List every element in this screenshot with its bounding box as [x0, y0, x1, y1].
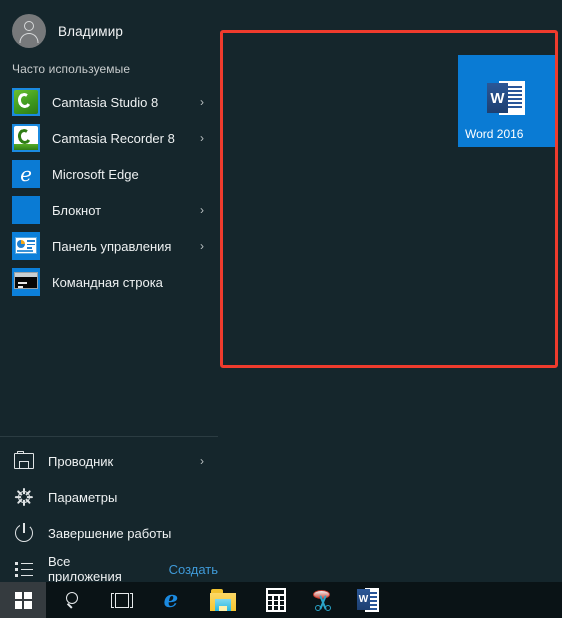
bottom-item-file-explorer[interactable]: Проводник ›	[0, 443, 218, 479]
file-explorer-icon	[14, 450, 34, 471]
app-item-camtasia-recorder[interactable]: Camtasia Recorder 8 ›	[0, 120, 218, 156]
snipping-tool-icon	[311, 589, 335, 611]
edge-icon: e	[12, 160, 40, 188]
bottom-item-label: Параметры	[48, 489, 118, 505]
app-item-label: Панель управления	[52, 238, 172, 254]
chevron-right-icon[interactable]: ›	[200, 203, 204, 217]
camtasia-studio-icon	[12, 88, 40, 116]
taskbar-calculator-button[interactable]	[253, 582, 299, 618]
create-link[interactable]: Создать	[169, 562, 218, 577]
taskbar-task-view-button[interactable]	[99, 582, 145, 618]
gear-icon	[14, 487, 34, 507]
start-menu-panel: Владимир Часто используемые Camtasia Stu…	[0, 0, 562, 584]
chevron-right-icon[interactable]: ›	[200, 239, 204, 253]
start-menu-tiles-pane: W Word 2016 Проводник ДЛЯ РАБОТЫ	[218, 0, 562, 582]
avatar-head	[24, 21, 34, 31]
task-view-icon	[111, 592, 133, 608]
taskbar-search-button[interactable]	[50, 582, 96, 618]
app-item-command-prompt[interactable]: Командная строка	[0, 264, 218, 300]
bottom-item-label: Завершение работы	[48, 525, 172, 541]
start-menu-left-pane: Владимир Часто используемые Camtasia Stu…	[0, 0, 218, 584]
taskbar-edge-button[interactable]: e	[148, 582, 194, 618]
word-letter: W	[490, 89, 505, 107]
start-button[interactable]	[0, 582, 46, 618]
windows-logo-icon	[14, 591, 32, 609]
power-icon	[14, 522, 34, 543]
frequent-section-header: Часто используемые	[12, 62, 131, 76]
tile-word-2016[interactable]: W Word 2016	[458, 55, 556, 147]
word-icon: W	[487, 81, 527, 117]
chevron-right-icon[interactable]: ›	[200, 454, 204, 468]
bottom-item-label: Все приложения	[48, 554, 122, 584]
app-item-control-panel[interactable]: Панель управления ›	[0, 228, 218, 264]
taskbar-file-explorer-button[interactable]	[200, 582, 246, 618]
divider	[0, 436, 218, 437]
taskbar: e W	[0, 582, 562, 618]
search-icon	[65, 591, 82, 609]
chevron-right-icon[interactable]: ›	[200, 131, 204, 145]
list-icon	[14, 559, 34, 579]
taskbar-snipping-tool-button[interactable]	[300, 582, 346, 618]
tile-label: Word 2016	[465, 127, 524, 141]
user-account-row[interactable]: Владимир	[0, 12, 218, 50]
notepad-icon	[12, 196, 40, 224]
app-item-label: Camtasia Recorder 8	[52, 130, 175, 146]
calculator-icon	[266, 588, 286, 612]
app-item-microsoft-edge[interactable]: e Microsoft Edge	[0, 156, 218, 192]
edge-icon: e	[163, 586, 179, 613]
bottom-item-settings[interactable]: Параметры	[0, 479, 218, 515]
app-item-label: Microsoft Edge	[52, 166, 139, 182]
app-item-notepad[interactable]: Блокнот ›	[0, 192, 218, 228]
word-letter: W	[357, 589, 370, 610]
app-item-label: Командная строка	[52, 274, 163, 290]
chevron-right-icon[interactable]: ›	[200, 95, 204, 109]
avatar-body	[19, 33, 39, 43]
control-panel-icon	[12, 232, 40, 260]
start-menu-bottom-links: Проводник › Параметры Завершение работы …	[0, 436, 218, 587]
windows-start-menu-screen: Владимир Часто используемые Camtasia Stu…	[0, 0, 562, 618]
file-explorer-icon	[210, 589, 236, 611]
command-prompt-icon	[12, 268, 40, 296]
taskbar-word-button[interactable]: W	[345, 582, 391, 618]
camtasia-recorder-icon	[12, 124, 40, 152]
word-icon: W	[357, 588, 379, 612]
person-avatar-icon	[12, 14, 46, 48]
app-item-label: Camtasia Studio 8	[52, 94, 159, 110]
bottom-item-shutdown[interactable]: Завершение работы	[0, 515, 218, 551]
frequent-apps-list: Camtasia Studio 8 › Camtasia Recorder 8 …	[0, 84, 218, 300]
app-item-label: Блокнот	[52, 202, 102, 218]
user-name-label: Владимир	[58, 23, 123, 39]
bottom-item-label: Проводник	[48, 453, 114, 469]
app-item-camtasia-studio[interactable]: Camtasia Studio 8 ›	[0, 84, 218, 120]
